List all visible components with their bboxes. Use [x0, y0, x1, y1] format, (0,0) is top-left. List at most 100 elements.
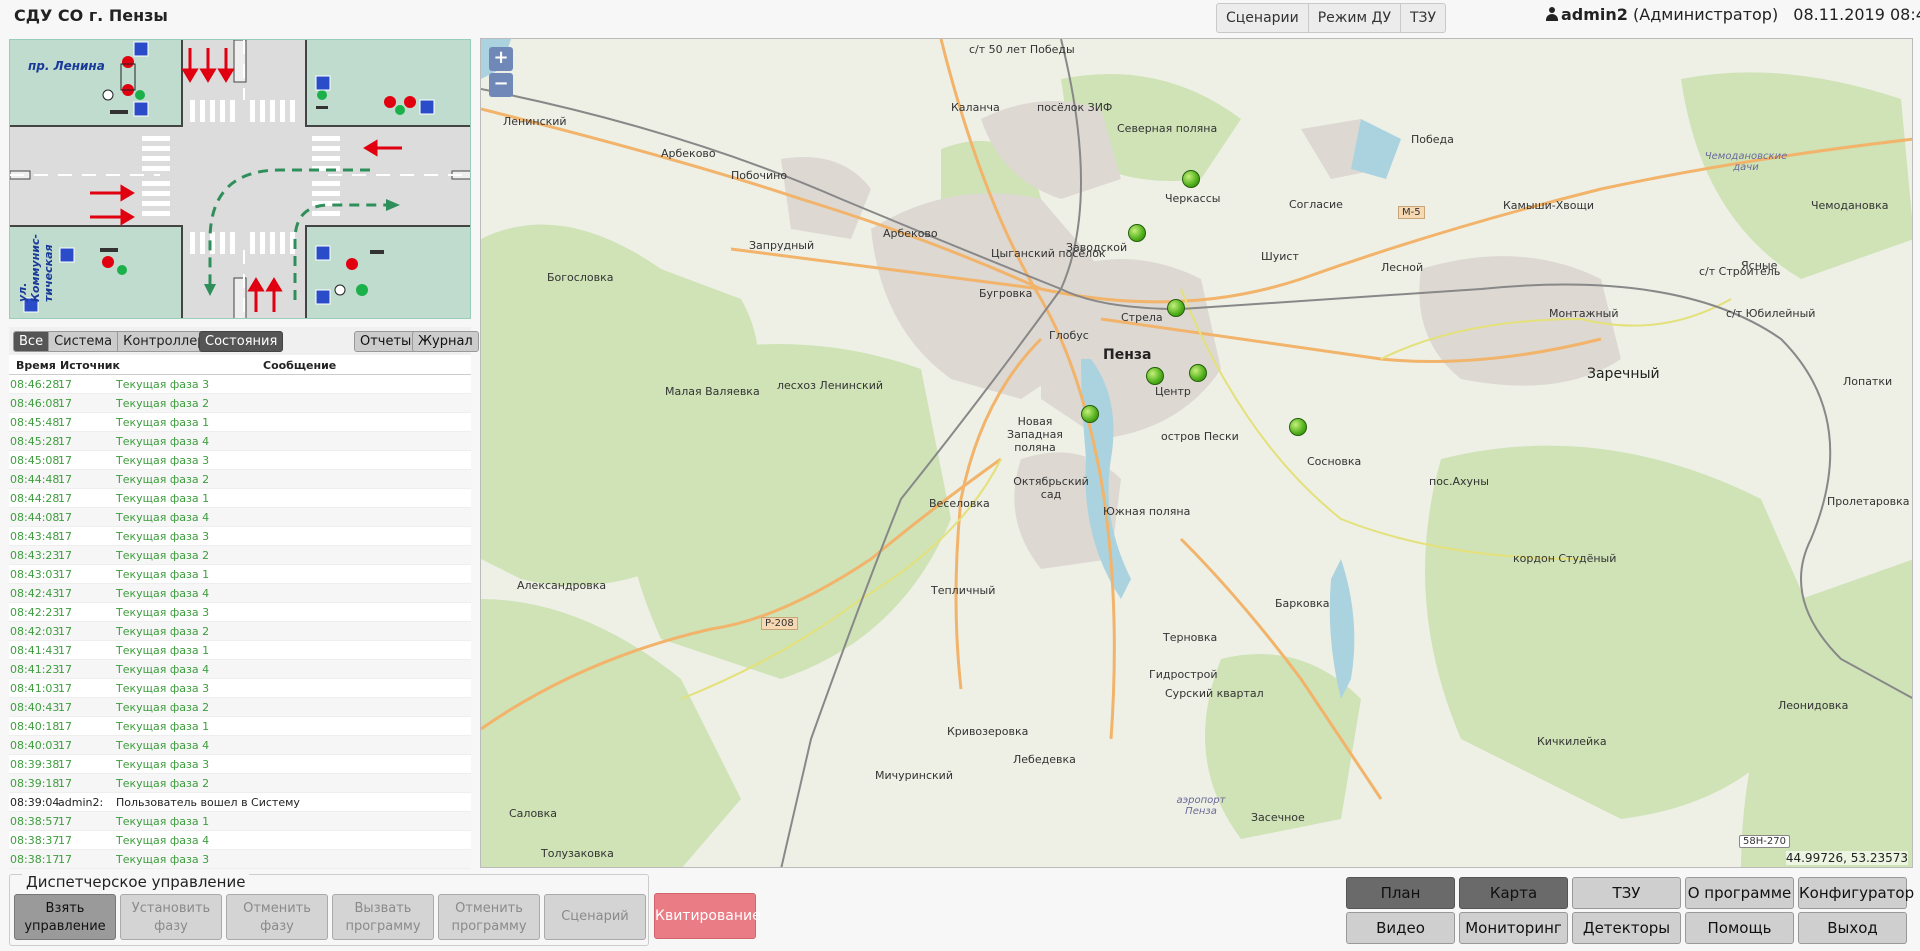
- scenario-button[interactable]: Сценарий: [544, 894, 646, 940]
- controller-marker[interactable]: [1189, 364, 1207, 382]
- row-time: 08:46:28: [10, 378, 60, 391]
- journal-row[interactable]: 08:40:03 17 Текущая фаза 4: [9, 736, 471, 755]
- journal-row[interactable]: 08:45:48 17 Текущая фаза 1: [9, 413, 471, 432]
- zoom-out-button[interactable]: −: [489, 73, 513, 97]
- row-message: Текущая фаза 4: [116, 663, 210, 676]
- row-time: 08:45:28: [10, 435, 60, 448]
- journal-row[interactable]: 08:42:23 17 Текущая фаза 3: [9, 603, 471, 622]
- filter-system[interactable]: Система: [49, 332, 119, 351]
- journal-row[interactable]: 08:43:23 17 Текущая фаза 2: [9, 546, 471, 565]
- row-message: Текущая фаза 3: [116, 530, 210, 543]
- journal-row[interactable]: 08:42:03 17 Текущая фаза 2: [9, 622, 471, 641]
- col-message: Сообщение: [263, 359, 337, 372]
- top-bar: СДУ СО г. Пензы Сценарии Режим ДУ ТЗУ ad…: [0, 0, 1920, 36]
- nav-map[interactable]: Карта: [1459, 877, 1568, 909]
- journal-row[interactable]: 08:44:28 17 Текущая фаза 1: [9, 489, 471, 508]
- journal-row[interactable]: 08:41:03 17 Текущая фаза 3: [9, 679, 471, 698]
- row-time: 08:40:03: [10, 739, 60, 752]
- zoom-in-button[interactable]: +: [489, 47, 513, 71]
- states-button[interactable]: Состояния: [199, 331, 284, 352]
- tab-tzu[interactable]: ТЗУ: [1401, 4, 1445, 32]
- take-control-button[interactable]: Взять управление: [14, 894, 116, 940]
- journal-row[interactable]: 08:39:38 17 Текущая фаза 3: [9, 755, 471, 774]
- map-label: пос.Ахуны: [1429, 475, 1489, 488]
- set-phase-button[interactable]: Установить фазу: [120, 894, 222, 940]
- controller-marker[interactable]: [1081, 405, 1099, 423]
- nav-plan[interactable]: План: [1346, 877, 1455, 909]
- tab-remote-mode[interactable]: Режим ДУ: [1309, 4, 1401, 32]
- nav-video[interactable]: Видео: [1346, 912, 1455, 944]
- button-label: Отменить: [455, 901, 523, 916]
- row-time: 08:41:43: [10, 644, 60, 657]
- controller-marker[interactable]: [1146, 367, 1164, 385]
- journal-row[interactable]: 08:44:08 17 Текущая фаза 4: [9, 508, 471, 527]
- journal-row[interactable]: 08:38:17 17 Текущая фаза 3: [9, 850, 471, 869]
- nav-about[interactable]: О программе: [1685, 877, 1794, 909]
- map-view[interactable]: + − с/т 50 лет Победы Каланча посёлок ЗИ…: [480, 38, 1913, 868]
- row-source: 17: [58, 701, 72, 714]
- map-label: Стрела: [1121, 311, 1163, 324]
- journal-row[interactable]: 08:38:37 17 Текущая фаза 4: [9, 831, 471, 850]
- map-label: Лопатки: [1843, 375, 1893, 388]
- journal-row[interactable]: 08:45:28 17 Текущая фаза 4: [9, 432, 471, 451]
- journal-row[interactable]: 08:39:18 17 Текущая фаза 2: [9, 774, 471, 793]
- row-source: 17: [58, 815, 72, 828]
- journal-row[interactable]: 08:40:43 17 Текущая фаза 2: [9, 698, 471, 717]
- journal-row[interactable]: 08:41:23 17 Текущая фаза 4: [9, 660, 471, 679]
- controller-marker[interactable]: [1289, 418, 1307, 436]
- row-time: 08:42:03: [10, 625, 60, 638]
- row-message: Текущая фаза 3: [116, 853, 210, 866]
- row-message: Текущая фаза 2: [116, 473, 210, 486]
- controller-marker[interactable]: [1182, 170, 1200, 188]
- log-button[interactable]: Журнал: [412, 331, 479, 352]
- street-bottom-label-3: тическая: [42, 244, 55, 302]
- map-label: Саловка: [509, 807, 558, 820]
- map-label: Мичуринский: [875, 769, 953, 782]
- acknowledge-button[interactable]: Квитирование: [654, 893, 761, 939]
- tab-scenarios[interactable]: Сценарии: [1217, 4, 1309, 32]
- row-message: Текущая фаза 1: [116, 492, 210, 505]
- nav-tzu[interactable]: ТЗУ: [1572, 877, 1681, 909]
- map-label: Побочино: [731, 169, 788, 182]
- row-source: 17: [58, 492, 72, 505]
- row-time: 08:41:03: [10, 682, 60, 695]
- journal-row[interactable]: 08:46:08 17 Текущая фаза 2: [9, 394, 471, 413]
- journal-row[interactable]: 08:42:43 17 Текущая фаза 4: [9, 584, 471, 603]
- row-source: 17: [58, 397, 72, 410]
- row-message: Текущая фаза 1: [116, 720, 210, 733]
- journal-row[interactable]: 08:46:28 17 Текущая фаза 3: [9, 375, 471, 394]
- row-source: 17: [58, 435, 72, 448]
- nav-help[interactable]: Помощь: [1685, 912, 1794, 944]
- nav-detectors[interactable]: Детекторы: [1572, 912, 1681, 944]
- username: admin2: [1561, 5, 1628, 24]
- journal-row[interactable]: 08:41:43 17 Текущая фаза 1: [9, 641, 471, 660]
- controller-marker[interactable]: [1128, 224, 1146, 242]
- col-time: Время: [16, 359, 56, 372]
- row-time: 08:41:23: [10, 663, 60, 676]
- filter-all[interactable]: Все: [14, 332, 50, 351]
- journal-row[interactable]: 08:45:08 17 Текущая фаза 3: [9, 451, 471, 470]
- button-label: Установить: [131, 901, 211, 916]
- event-journal: Все Система Контроллеры Состояния Отчеты…: [9, 327, 479, 869]
- journal-row[interactable]: 08:44:48 17 Текущая фаза 2: [9, 470, 471, 489]
- nav-exit[interactable]: Выход: [1798, 912, 1907, 944]
- cancel-phase-button[interactable]: Отменить фазу: [226, 894, 328, 940]
- row-time: 08:43:48: [10, 530, 60, 543]
- journal-row[interactable]: 08:43:48 17 Текущая фаза 3: [9, 527, 471, 546]
- journal-row[interactable]: 08:38:57 17 Текущая фаза 1: [9, 812, 471, 831]
- cancel-program-button[interactable]: Отменить программу: [438, 894, 540, 940]
- journal-row[interactable]: 08:43:03 17 Текущая фаза 1: [9, 565, 471, 584]
- row-time: 08:39:18: [10, 777, 60, 790]
- journal-row[interactable]: 08:40:18 17 Текущая фаза 1: [9, 717, 471, 736]
- controller-marker[interactable]: [1167, 299, 1185, 317]
- nav-monitoring[interactable]: Мониторинг: [1459, 912, 1568, 944]
- row-message: Текущая фаза 1: [116, 644, 210, 657]
- row-source: admin2:: [58, 796, 104, 809]
- row-source: 17: [58, 378, 72, 391]
- nav-configurator[interactable]: Конфигуратор: [1798, 877, 1914, 909]
- journal-row[interactable]: 08:39:04 admin2: Пользователь вошел в Сист…: [9, 793, 471, 812]
- row-message: Текущая фаза 4: [116, 834, 210, 847]
- map-label: остров Пески: [1161, 430, 1239, 443]
- call-program-button[interactable]: Вызвать программу: [332, 894, 434, 940]
- reports-button[interactable]: Отчеты: [354, 331, 418, 352]
